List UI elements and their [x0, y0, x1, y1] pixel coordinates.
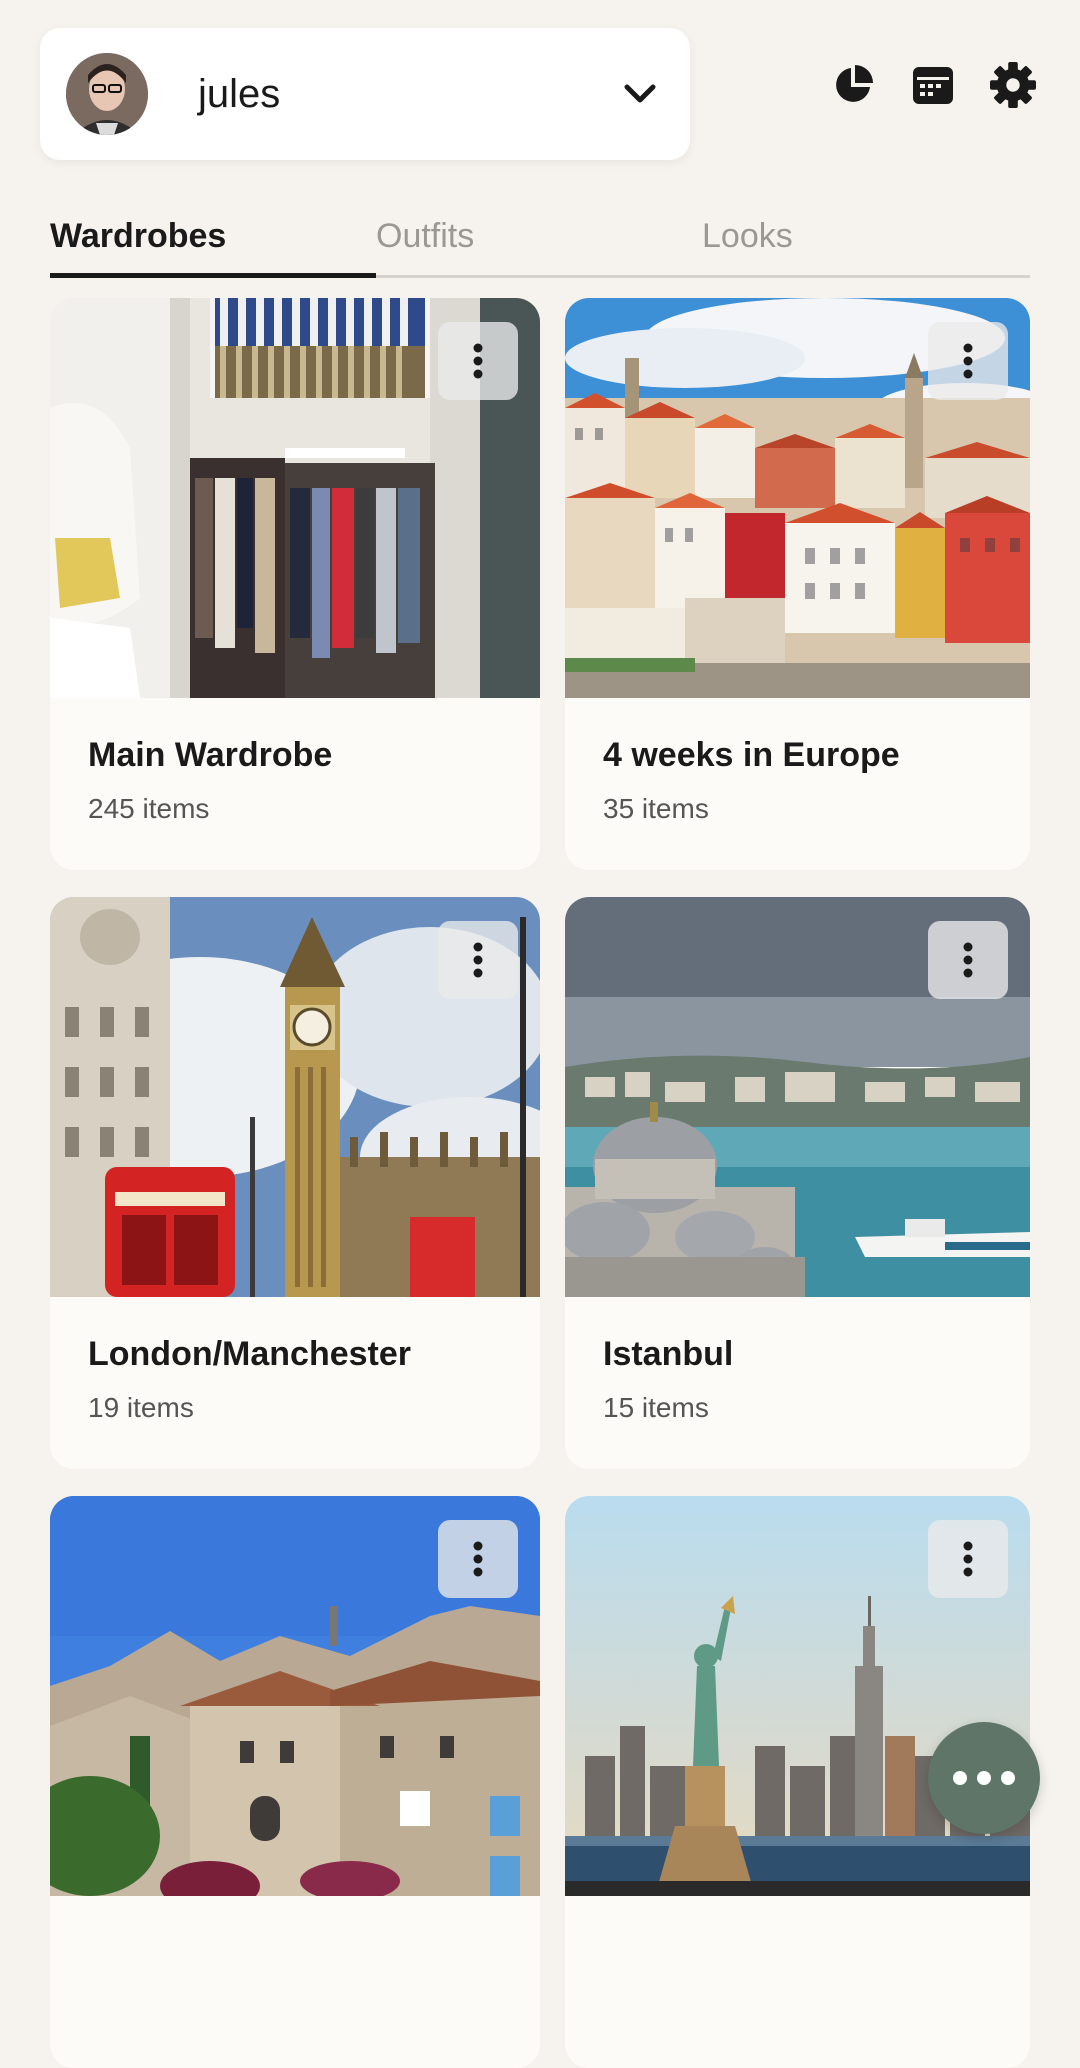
- dot-icon: [1001, 1771, 1015, 1785]
- wardrobe-photo-new-york: [565, 1496, 1030, 1896]
- calendar-icon[interactable]: [910, 62, 956, 108]
- more-options-button[interactable]: [438, 1520, 518, 1598]
- wardrobe-photo-closet: [50, 298, 540, 698]
- more-options-button[interactable]: [928, 322, 1008, 400]
- tab-looks[interactable]: Looks: [702, 205, 1028, 275]
- wardrobe-card[interactable]: Main Wardrobe 245 items: [50, 298, 540, 870]
- wardrobe-title: 4 weeks in Europe: [603, 736, 900, 774]
- dot-icon: [953, 1771, 967, 1785]
- wardrobe-photo-village: [50, 1496, 540, 1896]
- more-options-button[interactable]: [928, 921, 1008, 999]
- more-options-button[interactable]: [438, 921, 518, 999]
- wardrobe-item-count: 15 items: [603, 1392, 709, 1423]
- wardrobe-photo-istanbul: [565, 897, 1030, 1297]
- gear-icon[interactable]: [990, 62, 1036, 108]
- user-name: jules: [198, 71, 281, 116]
- wardrobe-item-count: 35 items: [603, 793, 709, 824]
- wardrobe-card[interactable]: 4 weeks in Europe 35 items: [565, 298, 1030, 870]
- wardrobe-card[interactable]: London/Manchester 19 items: [50, 897, 540, 1469]
- chevron-down-icon[interactable]: [620, 74, 660, 114]
- user-switcher[interactable]: jules: [40, 28, 690, 160]
- tab-bar: Wardrobes Outfits Looks: [50, 205, 1030, 278]
- wardrobe-grid: Main Wardrobe 245 items 4 weeks in Europ…: [50, 298, 1030, 2068]
- tab-wardrobes[interactable]: Wardrobes: [50, 205, 376, 278]
- dot-icon: [977, 1771, 991, 1785]
- wardrobe-title: Istanbul: [603, 1335, 734, 1373]
- wardrobe-item-count: 19 items: [88, 1392, 194, 1423]
- wardrobe-photo-europe: [565, 298, 1030, 698]
- tab-outfits[interactable]: Outfits: [376, 205, 702, 275]
- more-options-button[interactable]: [928, 1520, 1008, 1598]
- more-options-button[interactable]: [438, 322, 518, 400]
- wardrobe-title: Main Wardrobe: [88, 736, 333, 774]
- wardrobe-title: London/Manchester: [88, 1335, 412, 1373]
- wardrobe-item-count: 245 items: [88, 793, 210, 824]
- wardrobe-photo-london: [50, 897, 540, 1297]
- pie-chart-icon[interactable]: [830, 62, 876, 108]
- more-actions-fab[interactable]: [928, 1722, 1040, 1834]
- wardrobe-card[interactable]: Istanbul 15 items: [565, 897, 1030, 1469]
- wardrobe-card[interactable]: [50, 1496, 540, 2068]
- avatar: [66, 53, 148, 135]
